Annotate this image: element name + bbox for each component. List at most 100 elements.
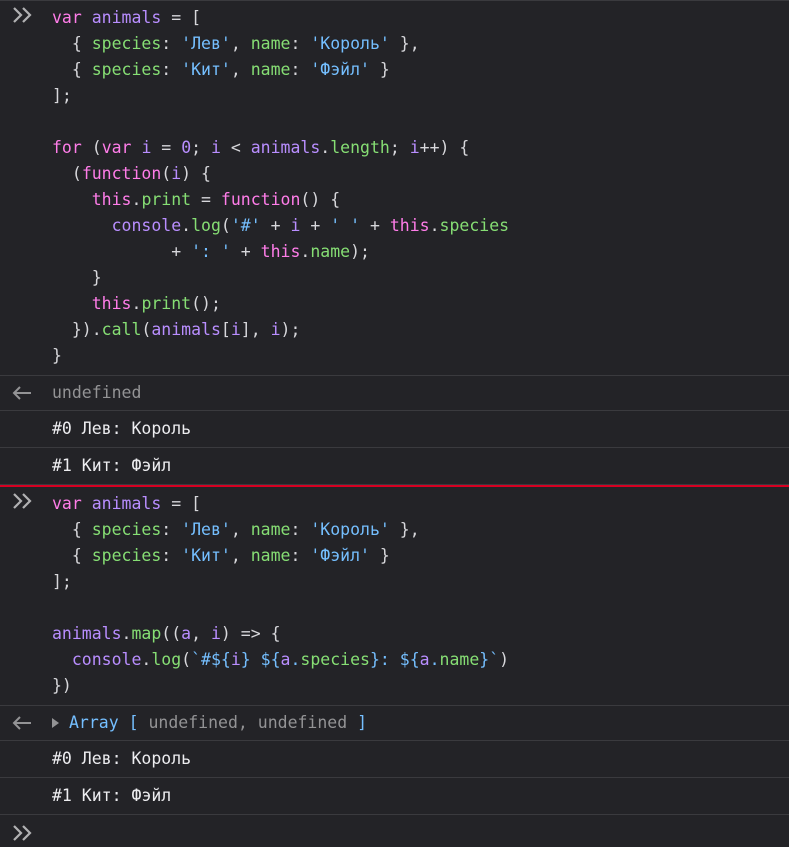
code-token: animals <box>52 624 122 643</box>
code-line: ]; <box>52 83 789 109</box>
code-token: animals <box>91 8 162 27</box>
code-token: } <box>52 346 62 365</box>
code-line: console.log(`#${i} ${a.species}: ${a.nam… <box>52 647 789 673</box>
code-token: . <box>290 650 301 669</box>
code-line: var animals = [ <box>52 491 789 517</box>
code-token: . <box>141 650 152 669</box>
code-token: : <box>290 520 311 539</box>
code-token: } <box>369 60 390 79</box>
code-token: . <box>131 294 142 313</box>
code-token: map <box>131 624 162 643</box>
code-token: function <box>81 164 162 183</box>
code-token: name <box>250 520 291 539</box>
code-token: = [ <box>161 8 202 27</box>
code-token: this <box>91 190 132 209</box>
code-token: 'Фэйл' <box>310 60 370 79</box>
code-token: i <box>211 138 221 157</box>
code-token: } <box>52 268 102 287</box>
code-token: var <box>101 138 132 157</box>
code-token: ); <box>350 242 370 261</box>
code-token: name <box>250 34 291 53</box>
code-token: species <box>91 34 162 53</box>
code-token: + <box>360 216 390 235</box>
code-token: i <box>290 216 301 235</box>
code-token: this <box>91 294 132 313</box>
code-token: console <box>111 216 182 235</box>
web-console: var animals = [ { species: 'Лев', name: … <box>0 0 789 843</box>
code-token: . <box>181 216 192 235</box>
code-token: animals <box>91 494 162 513</box>
console-input-code[interactable]: var animals = [ { species: 'Лев', name: … <box>0 1 789 375</box>
code-token: print <box>141 294 192 313</box>
code-line: } <box>52 343 789 369</box>
code-token: 0 <box>181 138 192 157</box>
code-line: this.print(); <box>52 291 789 317</box>
code-token: i <box>230 650 241 669</box>
code-token: call <box>101 320 142 339</box>
code-token: animals <box>151 320 221 339</box>
console-entries: var animals = [ { species: 'Лев', name: … <box>0 1 789 815</box>
code-line: } <box>52 265 789 291</box>
code-line: (function(i) { <box>52 161 789 187</box>
code-line: }).call(animals[i], i); <box>52 317 789 343</box>
evaluation-result[interactable]: Array [ undefined, undefined ] <box>0 706 789 741</box>
code-token: this <box>260 242 301 261</box>
code-token: ' ' <box>330 216 361 235</box>
code-token: }: ${ <box>369 650 420 669</box>
console-entry: var animals = [ { species: 'Лев', name: … <box>0 487 789 815</box>
code-token: ( <box>181 650 192 669</box>
console-log-message: #1 Кит: Фэйл <box>0 448 789 485</box>
console-entry: var animals = [ { species: 'Лев', name: … <box>0 1 789 485</box>
code-token: ( <box>81 138 102 157</box>
code-token: var <box>52 8 82 27</box>
code-token: ( <box>141 320 152 339</box>
expand-triangle-icon[interactable] <box>52 717 59 728</box>
code-line: ]; <box>52 569 789 595</box>
code-token: { <box>52 34 92 53</box>
code-token: }, <box>389 34 420 53</box>
chevron-double-right-icon <box>13 493 32 509</box>
array-close-bracket: ] <box>357 713 368 732</box>
code-token: 'Кит' <box>181 60 231 79</box>
console-input-code[interactable]: var animals = [ { species: 'Лев', name: … <box>0 487 789 705</box>
code-token: 'Лев' <box>181 34 231 53</box>
code-token: length <box>330 138 390 157</box>
array-type-label[interactable]: Array <box>69 713 119 732</box>
code-token: ; <box>191 138 211 157</box>
code-token: { <box>52 520 92 539</box>
code-token: ( <box>161 164 172 183</box>
code-token: }). <box>52 320 102 339</box>
arrow-left-icon <box>12 716 31 730</box>
code-token: var <box>52 494 82 513</box>
code-line: console.log('#' + i + ' ' + this.species <box>52 213 789 239</box>
code-token: , <box>230 520 251 539</box>
array-open-bracket: [ <box>128 713 139 732</box>
console-input-line[interactable] <box>0 815 789 841</box>
code-token: i <box>210 624 221 643</box>
code-token: function <box>220 190 301 209</box>
code-token: = <box>191 190 221 209</box>
code-line: for (var i = 0; i < animals.length; i++)… <box>52 135 789 161</box>
code-token: } <box>369 546 390 565</box>
result-value: undefined <box>52 383 142 402</box>
code-token: . <box>131 190 142 209</box>
code-token: 'Король' <box>310 520 390 539</box>
code-token: 'Фэйл' <box>310 546 370 565</box>
console-log-message: #0 Лев: Король <box>0 411 789 448</box>
code-token: + <box>230 242 261 261</box>
code-token: }, <box>389 520 420 539</box>
code-line: { species: 'Кит', name: 'Фэйл' } <box>52 543 789 569</box>
arrow-left-icon <box>12 386 31 400</box>
code-line: animals.map((a, i) => { <box>52 621 789 647</box>
code-token: = <box>151 138 182 157</box>
code-token: { <box>52 546 92 565</box>
code-token: i <box>171 164 182 183</box>
code-token: print <box>141 190 192 209</box>
code-token: . <box>429 650 440 669</box>
code-line: + ': ' + this.name); <box>52 239 789 265</box>
chevron-double-right-icon <box>13 7 32 23</box>
